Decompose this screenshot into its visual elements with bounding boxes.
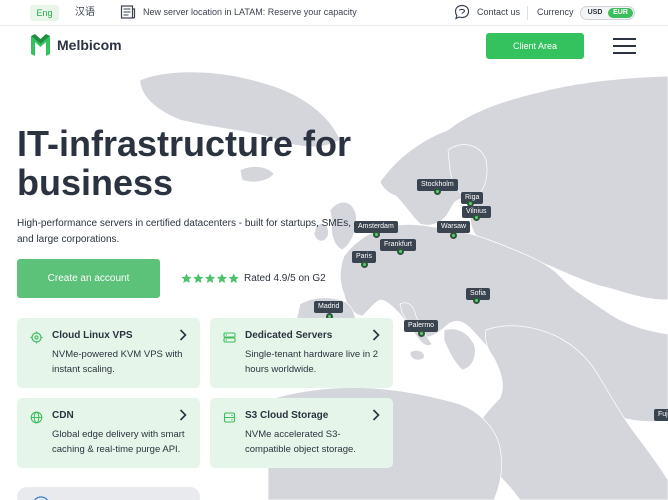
map-location-frankfurt[interactable]: Frankfurt (380, 233, 417, 255)
chevron-right-icon (372, 329, 380, 341)
map-location-warsaw[interactable]: Warsaw (437, 215, 471, 239)
hero-title: IT-infrastructure for business (17, 123, 352, 203)
service-title: CDN (52, 410, 74, 421)
storage-icon (223, 412, 236, 423)
map-location-madrid[interactable]: Madrid (314, 295, 344, 320)
service-card-s3-storage[interactable]: S3 Cloud Storage NVMe accelerated S3-com… (210, 398, 393, 468)
service-description: NVMe-powered KVM VPS with instant scalin… (52, 349, 183, 375)
contact-link[interactable]: Contact us (477, 7, 520, 17)
currency-label: Currency (537, 7, 574, 17)
globe-icon (30, 411, 43, 424)
service-card-cdn[interactable]: CDN Global edge delivery with smart cach… (17, 398, 200, 468)
map-label: Madrid (314, 301, 344, 313)
service-title: Dedicated Servers (245, 330, 333, 341)
news-icon (120, 5, 136, 19)
chevron-right-icon (372, 409, 380, 421)
map-location-palermo[interactable]: Palermo (404, 314, 439, 337)
rating-text: Rated 4.9/5 on G2 (244, 273, 326, 284)
location-dot (373, 231, 380, 238)
service-card-cloud-vps[interactable]: Cloud Linux VPS NVMe-powered KVM VPS wit… (17, 318, 200, 388)
location-dot (450, 232, 457, 239)
map-location-sofia[interactable]: Sofia (466, 282, 490, 304)
announcement-link[interactable]: New server location in LATAM: Reserve yo… (143, 7, 357, 17)
location-dot (434, 188, 441, 195)
client-area-button[interactable]: Client Area (486, 33, 584, 59)
top-bar: Eng 汉语 New server location in LATAM: Res… (0, 0, 668, 26)
cloud-gear-icon (30, 331, 43, 344)
create-account-button[interactable]: Create an account (17, 259, 160, 298)
service-description: NVMe accelerated S3-compatible object st… (245, 429, 356, 455)
location-dot (473, 214, 480, 221)
location-dot (397, 248, 404, 255)
chat-icon (454, 4, 470, 20)
lang-english-button[interactable]: Eng (30, 5, 59, 21)
service-description: Global edge delivery with smart caching … (52, 429, 185, 455)
partial-card[interactable] (17, 487, 200, 500)
currency-eur-option[interactable]: EUR (608, 8, 633, 18)
map-location-stockholm[interactable]: Stockholm (417, 173, 458, 195)
lang-chinese-button[interactable]: 汉语 (75, 5, 95, 21)
currency-usd-option[interactable]: USD (583, 8, 607, 18)
hero-subtitle: High-performance servers in certified da… (17, 218, 352, 245)
divider (527, 6, 528, 20)
globe-icon (34, 496, 48, 500)
service-title: S3 Cloud Storage (245, 410, 329, 421)
location-dot (361, 261, 368, 268)
service-description: Single-tenant hardware live in 2 hours w… (245, 349, 379, 375)
map-label: Fuji (654, 409, 668, 421)
chevron-right-icon (179, 329, 187, 341)
server-icon (223, 332, 236, 343)
chevron-right-icon (179, 409, 187, 421)
menu-icon[interactable] (613, 38, 636, 54)
location-dot (473, 297, 480, 304)
melbicom-logo-icon[interactable] (30, 33, 51, 57)
rating-stars-icon (181, 273, 239, 283)
brand-name[interactable]: Melbicom (57, 37, 122, 53)
service-card-dedicated-servers[interactable]: Dedicated Servers Single-tenant hardware… (210, 318, 393, 388)
service-title: Cloud Linux VPS (52, 330, 133, 341)
map-location-fuji[interactable]: Fuji (654, 403, 668, 421)
currency-toggle[interactable]: USD EUR (580, 6, 635, 20)
location-dot (418, 330, 425, 337)
